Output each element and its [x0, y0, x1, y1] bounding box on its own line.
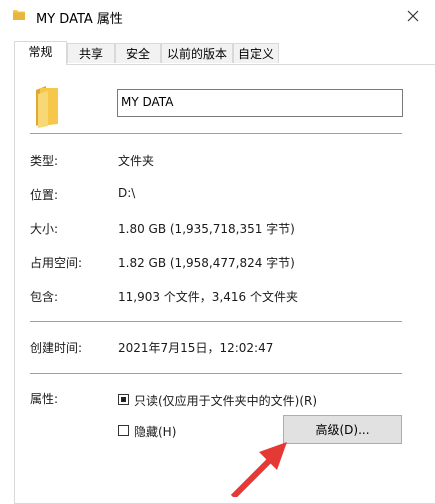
separator: [30, 321, 402, 322]
tab-strip: 常规 共享 安全 以前的版本 自定义: [14, 41, 434, 65]
tab-security[interactable]: 安全: [115, 43, 161, 63]
location-label: 位置:: [30, 188, 59, 202]
folder-name-input[interactable]: [117, 89, 403, 117]
contains-value: 11,903 个文件，3,416 个文件夹: [118, 290, 298, 304]
location-value: D:\: [118, 186, 136, 200]
size-value: 1.80 GB (1,935,718,351 字节): [118, 222, 295, 236]
created-label: 创建时间:: [30, 341, 83, 355]
separator: [30, 373, 402, 374]
window-title: MY DATA 属性: [36, 12, 123, 27]
type-label: 类型:: [30, 154, 59, 168]
large-folder-icon: [36, 86, 58, 128]
type-value: 文件夹: [118, 154, 155, 168]
close-button[interactable]: [398, 2, 428, 30]
readonly-label[interactable]: 只读(仅应用于文件夹中的文件)(R): [134, 392, 317, 409]
title-bar: MY DATA 属性: [0, 0, 435, 32]
annotation-arrow-icon: [230, 442, 287, 497]
advanced-button[interactable]: 高级(D)...: [283, 415, 402, 444]
tab-previous-versions[interactable]: 以前的版本: [161, 43, 233, 63]
readonly-checkbox[interactable]: [118, 394, 129, 405]
tab-general[interactable]: 常规: [14, 41, 67, 65]
tab-sharing[interactable]: 共享: [67, 43, 115, 63]
contains-label: 包含:: [30, 290, 59, 304]
indeterminate-mark: [121, 397, 126, 402]
size-label: 大小:: [30, 222, 59, 236]
close-icon: [407, 10, 419, 22]
hidden-checkbox[interactable]: [118, 425, 129, 436]
attributes-label: 属性:: [30, 392, 59, 406]
created-value: 2021年7月15日，12:02:47: [118, 341, 274, 355]
separator: [30, 133, 402, 134]
tab-customize[interactable]: 自定义: [233, 43, 279, 63]
size-on-disk-label: 占用空间:: [30, 256, 83, 270]
size-on-disk-value: 1.82 GB (1,958,477,824 字节): [118, 256, 295, 270]
hidden-label[interactable]: 隐藏(H): [134, 423, 176, 440]
folder-icon: [13, 10, 25, 20]
